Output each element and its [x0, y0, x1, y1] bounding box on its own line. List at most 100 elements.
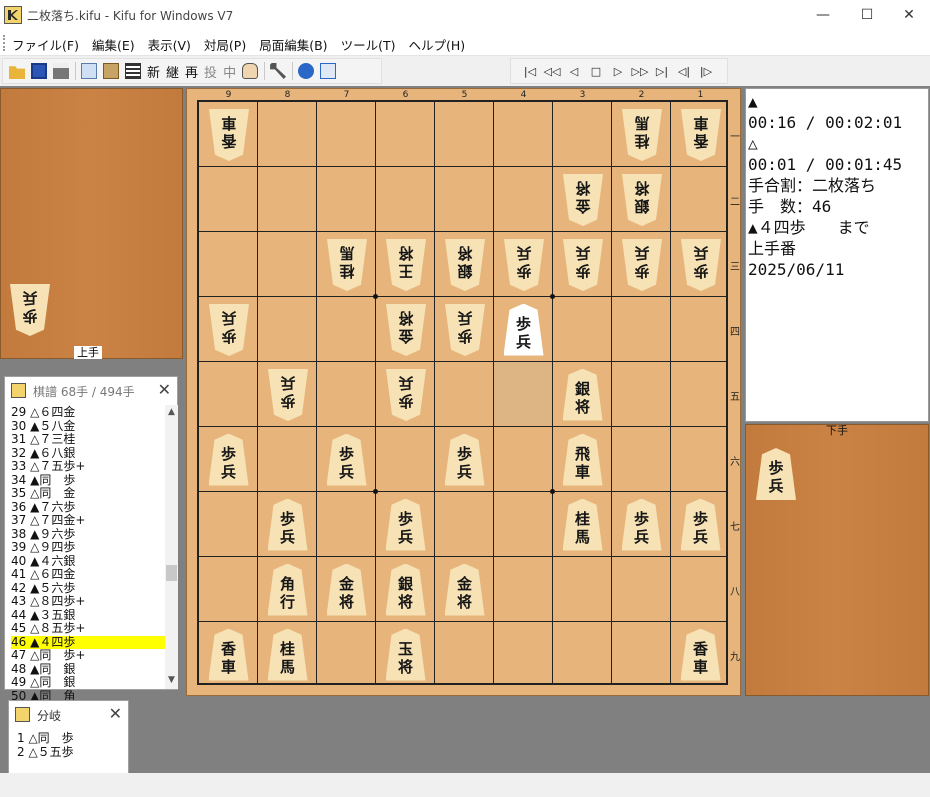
kifu-move-item[interactable]: 43 △８四歩+: [11, 594, 165, 609]
save-icon[interactable]: [31, 63, 47, 79]
minimize-button[interactable]: —: [800, 0, 846, 30]
shogi-piece[interactable]: 金将: [563, 174, 603, 226]
open-folder-icon[interactable]: [9, 66, 25, 79]
scroll-up-icon[interactable]: ▲: [165, 407, 178, 417]
shogi-piece[interactable]: 歩兵: [563, 239, 603, 291]
shogi-piece[interactable]: 桂馬: [267, 628, 308, 681]
shogi-piece[interactable]: 角行: [267, 563, 308, 616]
menu-view[interactable]: 表示(V): [148, 35, 191, 54]
kifu-move-item[interactable]: 41 △６四金: [11, 567, 165, 582]
kifu-move-item[interactable]: 29 △６四金: [11, 405, 165, 420]
scroll-thumb[interactable]: [166, 565, 177, 581]
new-game-button[interactable]: 新: [147, 62, 160, 81]
shogi-piece[interactable]: 歩兵: [503, 303, 544, 356]
menu-help[interactable]: ヘルプ(H): [408, 35, 465, 54]
shogi-piece[interactable]: 香車: [209, 109, 249, 161]
menu-edit[interactable]: 編集(E): [92, 35, 135, 54]
shogi-piece[interactable]: 歩兵: [445, 304, 485, 356]
kifu-move-item[interactable]: 44 ▲３五銀: [11, 608, 165, 623]
kifu-move-item[interactable]: 46 ▲４四歩: [11, 635, 165, 649]
branch-close-icon[interactable]: ✕: [109, 704, 122, 723]
shogi-piece[interactable]: 歩兵: [681, 239, 721, 291]
replay-button[interactable]: 再: [185, 62, 198, 81]
kifu-move-item[interactable]: 48 ▲同 銀: [11, 662, 165, 677]
last-move-button[interactable]: ▷|: [651, 65, 673, 78]
shogi-piece[interactable]: 桂馬: [327, 239, 367, 291]
first-move-button[interactable]: |◁: [519, 65, 541, 78]
hand-icon[interactable]: [242, 63, 259, 79]
shogi-piece[interactable]: 歩兵: [756, 448, 796, 500]
shogi-piece[interactable]: 歩兵: [209, 304, 249, 356]
copy-icon[interactable]: [81, 63, 97, 79]
kifu-move-item[interactable]: 40 ▲４六銀: [11, 554, 165, 569]
shogi-piece[interactable]: 香車: [208, 628, 249, 681]
shogi-piece[interactable]: 歩兵: [621, 498, 662, 551]
back-button[interactable]: ◁: [563, 65, 585, 78]
kifu-move-item[interactable]: 38 ▲９六歩: [11, 527, 165, 542]
menu-position-edit[interactable]: 局面編集(B): [259, 35, 327, 54]
shogi-piece[interactable]: 王将: [386, 239, 426, 291]
shogi-piece[interactable]: 歩兵: [268, 369, 308, 421]
shogi-piece[interactable]: 桂馬: [562, 498, 603, 551]
paste-icon[interactable]: [103, 63, 119, 79]
shogi-piece[interactable]: 飛車: [562, 433, 603, 486]
menu-file[interactable]: ファイル(F): [12, 35, 79, 54]
kifu-close-icon[interactable]: ✕: [158, 380, 171, 399]
shogi-piece[interactable]: 銀将: [445, 239, 485, 291]
branch-back-button[interactable]: ◁|: [673, 65, 695, 78]
maximize-button[interactable]: ☐: [844, 0, 890, 30]
wrench-icon[interactable]: [270, 63, 287, 79]
abort-button[interactable]: 中: [223, 62, 236, 81]
kifu-move-item[interactable]: 42 ▲５六歩: [11, 581, 165, 596]
shogi-piece[interactable]: 歩兵: [326, 433, 367, 486]
back-ten-button[interactable]: ◁◁: [541, 65, 563, 78]
kifu-move-item[interactable]: 37 △７四金+: [11, 513, 165, 528]
shogi-piece[interactable]: 歩兵: [208, 433, 249, 486]
continue-button[interactable]: 継: [166, 62, 179, 81]
shogi-piece[interactable]: 歩兵: [385, 498, 426, 551]
shogi-piece[interactable]: 歩兵: [386, 369, 426, 421]
shogi-piece[interactable]: 金将: [444, 563, 485, 616]
shogi-piece[interactable]: 歩兵: [10, 284, 50, 336]
scroll-down-icon[interactable]: ▼: [165, 675, 178, 685]
close-button[interactable]: ✕: [886, 0, 930, 30]
branch-move-item[interactable]: 2 △５五歩: [17, 745, 74, 759]
print-icon[interactable]: [53, 63, 69, 79]
shogi-piece[interactable]: 歩兵: [444, 433, 485, 486]
shogi-piece[interactable]: 歩兵: [680, 498, 721, 551]
shogi-piece[interactable]: 桂馬: [622, 109, 662, 161]
kifu-move-item[interactable]: 30 ▲５八金: [11, 419, 165, 434]
shogi-piece[interactable]: 歩兵: [504, 239, 544, 291]
kifu-move-item[interactable]: 36 ▲７六歩: [11, 500, 165, 515]
kifu-scrollbar[interactable]: ▲ ▼: [165, 405, 178, 689]
shogi-piece[interactable]: 銀将: [562, 368, 603, 421]
shogi-piece[interactable]: 歩兵: [267, 498, 308, 551]
branch-forward-button[interactable]: |▷: [695, 65, 717, 78]
menu-game[interactable]: 対局(P): [204, 35, 246, 54]
kifu-move-item[interactable]: 49 △同 銀: [11, 675, 165, 690]
menu-tools[interactable]: ツール(T): [341, 35, 396, 54]
shogi-piece[interactable]: 玉将: [385, 628, 426, 681]
kifu-move-item[interactable]: 45 △８五歩+: [11, 621, 165, 636]
shogi-piece[interactable]: 香車: [681, 109, 721, 161]
stop-button[interactable]: □: [585, 65, 607, 78]
kifu-move-item[interactable]: 34 ▲同 歩: [11, 473, 165, 488]
kifu-move-item[interactable]: 33 △７五歩+: [11, 459, 165, 474]
kifu-move-item[interactable]: 47 △同 歩+: [11, 648, 165, 663]
kifu-move-item[interactable]: 39 △９四歩: [11, 540, 165, 555]
branch-move-item[interactable]: 1 △同 歩: [17, 731, 74, 745]
shogi-piece[interactable]: 銀将: [622, 174, 662, 226]
kifu-move-item[interactable]: 35 △同 金: [11, 486, 165, 501]
forward-button[interactable]: ▷: [607, 65, 629, 78]
kifu-move-item[interactable]: 31 △７三桂: [11, 432, 165, 447]
shogi-piece[interactable]: 香車: [680, 628, 721, 681]
forward-ten-button[interactable]: ▷▷: [629, 65, 651, 78]
kifu-move-item[interactable]: 32 ▲６八銀: [11, 446, 165, 461]
shogi-piece[interactable]: 金将: [326, 563, 367, 616]
help-icon[interactable]: [298, 63, 315, 79]
shogi-piece[interactable]: 歩兵: [622, 239, 662, 291]
resign-button[interactable]: 投: [204, 62, 217, 81]
shogi-piece[interactable]: 銀将: [385, 563, 426, 616]
context-help-icon[interactable]: [320, 63, 337, 79]
list-icon[interactable]: [125, 63, 141, 79]
